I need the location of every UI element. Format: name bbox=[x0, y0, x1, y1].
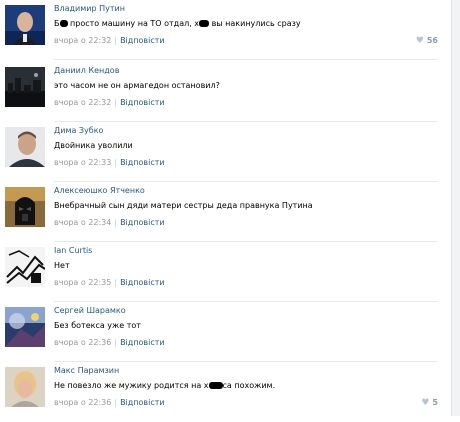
reply-link[interactable]: Відповісти bbox=[120, 36, 165, 45]
comment-text-part: Не повезло же мужику родится на х bbox=[54, 381, 209, 390]
heart-icon: ♥ bbox=[421, 398, 430, 408]
comment-meta: вчора о 22:36 | Відповісти bbox=[54, 338, 165, 347]
reply-link[interactable]: Відповісти bbox=[120, 338, 165, 347]
heart-icon: ♥ bbox=[415, 36, 424, 46]
comment-text: Без ботекса уже тот bbox=[54, 321, 450, 330]
comment-timestamp[interactable]: вчора о 22:35 bbox=[54, 278, 111, 287]
comment-text: Внебрачный сын дяди матери сестры деда п… bbox=[54, 201, 450, 210]
comment-text: Нет bbox=[54, 261, 450, 270]
like-button[interactable]: ♥ 5 bbox=[421, 398, 438, 408]
comment-meta: вчора о 22:33 | Відповісти bbox=[54, 158, 165, 167]
redaction-mark bbox=[199, 20, 210, 27]
comment-text-part: это часом не он армагедон остановил? bbox=[54, 81, 220, 90]
comment-item: Сергей Шарамко Без ботекса уже тот вчора о… bbox=[0, 302, 460, 362]
comment-timestamp[interactable]: вчора о 22:32 bbox=[54, 36, 111, 45]
comment-text: Б просто машину на ТО отдал, х вы накину… bbox=[54, 19, 450, 28]
comment-text: это часом не он армагедон остановил? bbox=[54, 81, 450, 90]
comment-text-part: Внебрачный сын дяди матери сестры деда п… bbox=[54, 201, 313, 210]
meta-separator: | bbox=[114, 398, 118, 407]
comment-timestamp[interactable]: вчора о 22:33 bbox=[54, 158, 111, 167]
comment-text-part: Без ботекса уже тот bbox=[54, 321, 141, 330]
comment-item: Макс Парамзин Не повезло же мужику родитс… bbox=[0, 362, 460, 422]
comment-author-link[interactable]: Сергей Шарамко bbox=[54, 306, 126, 315]
comment-timestamp[interactable]: вчора о 22:36 bbox=[54, 398, 111, 407]
comment-author-link[interactable]: Ian Curtis bbox=[54, 246, 92, 255]
comment-meta: вчора о 22:36 | Відповісти bbox=[54, 398, 165, 407]
reply-link[interactable]: Відповісти bbox=[120, 398, 165, 407]
comment-text: Двойника уволили bbox=[54, 141, 450, 150]
comment-item: Ian Curtis Нет вчора о 22:35 | Відповісти bbox=[0, 242, 460, 302]
comment-meta: вчора о 22:32 | Відповісти bbox=[54, 98, 165, 107]
comment-text-part: просто машину на ТО отдал, х bbox=[67, 19, 200, 28]
reply-link[interactable]: Відповісти bbox=[120, 218, 165, 227]
like-count: 5 bbox=[432, 398, 438, 407]
comment-meta: вчора о 22:35 | Відповісти bbox=[54, 278, 165, 287]
comment-timestamp[interactable]: вчора о 22:34 bbox=[54, 218, 111, 227]
comment-text: Не повезло же мужику родится на х са похо… bbox=[54, 381, 450, 390]
reply-link[interactable]: Відповісти bbox=[120, 98, 165, 107]
comment-item: Владимир Путин Б просто машину на ТО отда… bbox=[0, 0, 460, 60]
comment-author-link[interactable]: Дима Зубко bbox=[54, 126, 103, 135]
comment-text-part: Б bbox=[54, 19, 60, 28]
avatar[interactable] bbox=[5, 67, 45, 107]
comment-divider bbox=[54, 59, 438, 60]
comment-author-link[interactable]: Алексеюшко Ятченко bbox=[54, 186, 145, 195]
meta-separator: | bbox=[114, 36, 118, 45]
avatar[interactable] bbox=[5, 247, 45, 287]
comment-item: Дима Зубко Двойника уволили вчора о 22:33 |… bbox=[0, 122, 460, 182]
reply-link[interactable]: Відповісти bbox=[120, 158, 165, 167]
reply-link[interactable]: Відповісти bbox=[120, 278, 165, 287]
meta-separator: | bbox=[114, 338, 118, 347]
comment-text-part: вы накинулись сразу bbox=[209, 19, 301, 28]
comment-meta: вчора о 22:34 | Відповісти bbox=[54, 218, 165, 227]
avatar[interactable] bbox=[5, 187, 45, 227]
avatar[interactable] bbox=[5, 307, 45, 347]
avatar[interactable] bbox=[5, 5, 45, 45]
scrollbar[interactable] bbox=[451, 0, 460, 416]
redaction-mark bbox=[59, 20, 68, 27]
like-count: 56 bbox=[426, 36, 438, 45]
comment-text-part: са похожим. bbox=[222, 381, 276, 390]
comment-item: Даниил Кендов это часом не он армагедон о… bbox=[0, 62, 460, 122]
comment-item: Алексеюшко Ятченко Внебрачный сын дяди ма… bbox=[0, 182, 460, 242]
meta-separator: | bbox=[114, 278, 118, 287]
like-button[interactable]: ♥ 56 bbox=[416, 36, 438, 46]
comment-text-part: Нет bbox=[54, 261, 70, 270]
comment-author-link[interactable]: Макс Парамзин bbox=[54, 366, 119, 375]
comment-author-link[interactable]: Даниил Кендов bbox=[54, 66, 119, 75]
comment-author-link[interactable]: Владимир Путин bbox=[54, 4, 125, 13]
meta-separator: | bbox=[114, 218, 118, 227]
avatar[interactable] bbox=[5, 127, 45, 167]
comment-timestamp[interactable]: вчора о 22:32 bbox=[54, 98, 111, 107]
comment-timestamp[interactable]: вчора о 22:36 bbox=[54, 338, 111, 347]
comment-meta: вчора о 22:32 | Відповісти bbox=[54, 36, 165, 45]
avatar[interactable] bbox=[5, 367, 45, 407]
comments-feed: Владимир Путин Б просто машину на ТО отда… bbox=[0, 0, 460, 416]
comment-text-part: Двойника уволили bbox=[54, 141, 133, 150]
redaction-mark bbox=[208, 382, 223, 389]
meta-separator: | bbox=[114, 158, 118, 167]
meta-separator: | bbox=[114, 98, 118, 107]
